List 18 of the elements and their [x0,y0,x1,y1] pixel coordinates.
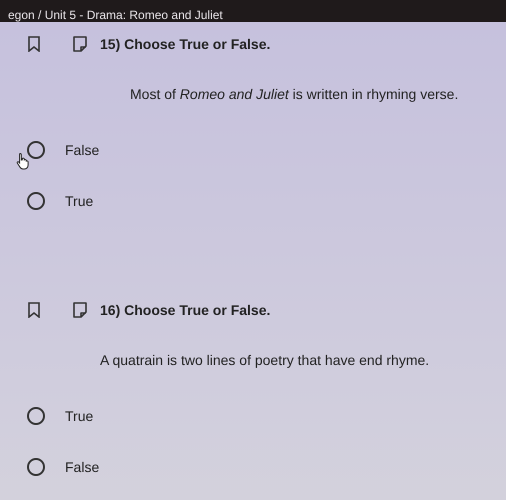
question-title: 16) Choose True or False. [100,302,270,318]
radio-button[interactable] [27,407,45,425]
radio-button[interactable] [27,192,45,210]
bookmark-icon[interactable] [28,302,40,318]
note-icon[interactable] [72,302,88,318]
breadcrumb: egon / Unit 5 - Drama: Romeo and Juliet [8,8,223,22]
radio-button[interactable] [27,141,45,159]
option-label[interactable]: True [65,408,94,424]
question-title: 15) Choose True or False. [100,36,270,52]
option-label[interactable]: False [65,142,100,158]
radio-button[interactable] [27,458,45,476]
bookmark-icon[interactable] [28,36,40,52]
question-text: A quatrain is two lines of poetry that have end rhyme. [100,352,430,368]
pointer-hand-icon [16,152,30,170]
option-label[interactable]: True [65,193,94,209]
option-label[interactable]: False [65,459,100,475]
note-icon[interactable] [72,36,88,52]
question-text: Most of Romeo and Juliet is written in rhyming verse. [130,86,460,102]
